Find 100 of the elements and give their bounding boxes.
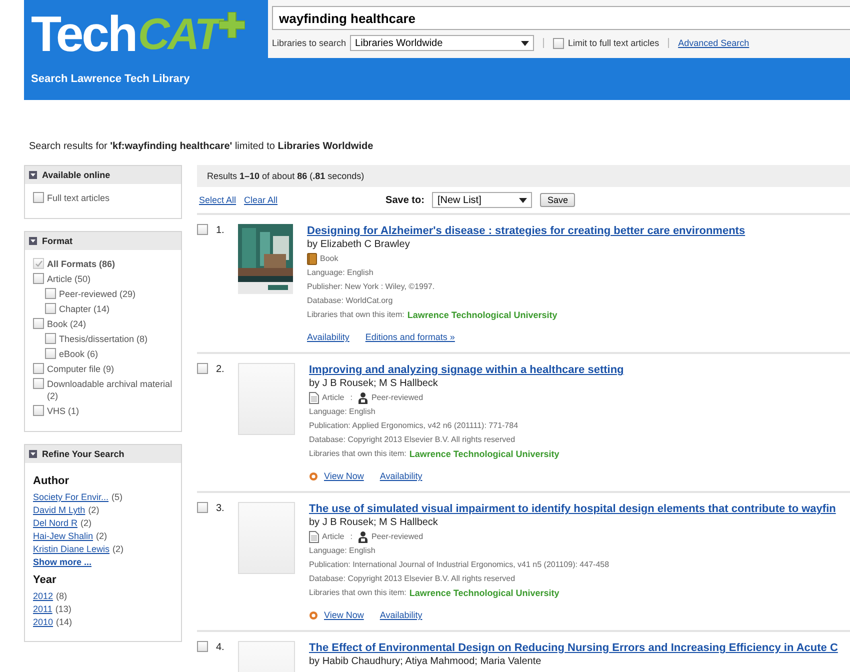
scope-dropdown[interactable]: Libraries Worldwide bbox=[350, 35, 534, 51]
collapse-icon[interactable] bbox=[29, 171, 37, 179]
person-icon bbox=[358, 531, 368, 543]
checkbox[interactable] bbox=[197, 641, 208, 652]
view-now-icon bbox=[309, 472, 318, 480]
result-title-link[interactable]: The use of simulated visual impairment to identify hospital design elements that contribute to wayfin bbox=[309, 502, 836, 516]
format-label: Article bbox=[322, 531, 344, 543]
library-name: Lawrence Technological University bbox=[409, 588, 560, 598]
panel-header[interactable]: Refine Your Search bbox=[25, 445, 181, 463]
fulltext-label: Limit to full text articles bbox=[568, 38, 660, 48]
caret-icon bbox=[521, 40, 530, 46]
result-number: 4. bbox=[215, 641, 226, 655]
facet-count: (2) bbox=[88, 505, 100, 515]
advanced-search-link[interactable]: Advanced Search bbox=[678, 38, 750, 48]
result-title-link[interactable]: The Effect of Environmental Design on Reducing Nursing Errors and Increasing Efficiency in Acute C bbox=[309, 641, 838, 655]
facet-link[interactable]: Kristin Diane Lewis bbox=[33, 544, 110, 554]
holdings-label: Libraries that own this item: bbox=[309, 448, 406, 460]
facet-count: (13) bbox=[55, 604, 72, 614]
facet-link[interactable]: Society For Envir... bbox=[33, 492, 109, 502]
checkbox[interactable] bbox=[45, 348, 56, 359]
show-more-link[interactable]: Show more ... bbox=[33, 557, 175, 567]
checkbox[interactable] bbox=[33, 363, 44, 374]
library-name: Lawrence Technological University bbox=[409, 449, 560, 459]
filter-label: Downloadable archival material (2) bbox=[47, 378, 174, 402]
checkbox[interactable] bbox=[33, 258, 44, 269]
facet-count: (8) bbox=[56, 591, 68, 601]
select-all-link[interactable]: Select All bbox=[199, 195, 236, 205]
panel-header[interactable]: Format bbox=[25, 232, 181, 250]
result-authors: by Habib Chaudhury; Atiya Mahmood; Maria Valente bbox=[309, 655, 542, 669]
detail-line: Database: Copyright 2013 Elsevier B.V. All rights reserved bbox=[309, 434, 516, 446]
checkbox[interactable] bbox=[45, 288, 56, 299]
result-authors: by J B Rousek; M S Hallbeck bbox=[309, 516, 439, 530]
result-number: 2. bbox=[215, 363, 226, 377]
tagline: Search Lawrence Tech Library bbox=[31, 73, 191, 85]
save-button[interactable]: Save bbox=[540, 193, 575, 207]
filter-label: Article (50) bbox=[47, 273, 91, 285]
view-now-icon bbox=[309, 610, 318, 620]
scope-label: Libraries to search bbox=[272, 38, 346, 48]
techcat-logo: TechCAT bbox=[31, 6, 268, 64]
filter-label: Peer-reviewed (29) bbox=[59, 288, 136, 300]
peer-reviewed-label: Peer-reviewed bbox=[371, 531, 424, 543]
book-icon bbox=[307, 253, 317, 265]
checkbox[interactable] bbox=[33, 405, 44, 416]
caret-icon bbox=[519, 198, 528, 202]
result-link[interactable]: Availability bbox=[307, 332, 350, 342]
result-link[interactable]: Editions and formats » bbox=[365, 332, 455, 342]
checkbox[interactable] bbox=[33, 273, 44, 284]
facet-link[interactable]: 2010 bbox=[33, 617, 54, 627]
detail-line: Database: Copyright 2013 Elsevier B.V. All rights reserved bbox=[309, 573, 516, 585]
peer-reviewed-label: Peer-reviewed bbox=[371, 392, 424, 404]
filter-label: All Formats (86) bbox=[47, 258, 116, 270]
checkbox[interactable] bbox=[33, 378, 44, 389]
results-count: Results 1–10 of about 86 (.81 seconds) bbox=[207, 171, 364, 181]
detail-line: Database: WorldCat.org bbox=[307, 295, 394, 307]
detail-line: Language: English bbox=[309, 545, 376, 557]
facet-link[interactable]: Del Nord R bbox=[33, 518, 78, 528]
filter-label: Full text articles bbox=[47, 192, 110, 204]
checkbox[interactable] bbox=[197, 224, 208, 235]
result-title-link[interactable]: Improving and analyzing signage within a healthcare setting bbox=[309, 363, 624, 377]
result-authors: by J B Rousek; M S Hallbeck bbox=[309, 377, 439, 391]
facet-link[interactable]: 2012 bbox=[33, 591, 54, 601]
panel-title: Refine Your Search bbox=[42, 449, 124, 459]
filter-label: Chapter (14) bbox=[59, 303, 110, 315]
checkbox[interactable] bbox=[33, 318, 44, 329]
filter-label: Book (24) bbox=[47, 318, 86, 330]
view-now-link[interactable]: View Now bbox=[324, 610, 364, 620]
checkbox[interactable] bbox=[197, 363, 208, 374]
clear-all-link[interactable]: Clear All bbox=[244, 195, 278, 205]
checkbox[interactable] bbox=[553, 38, 564, 48]
facet-link[interactable]: David M Lyth bbox=[33, 505, 86, 515]
filter-label: VHS (1) bbox=[47, 405, 80, 417]
result-title-link[interactable]: Designing for Alzheimer's disease : strategies for creating better care environments bbox=[307, 224, 746, 238]
results-summary: Search results for 'kf:wayfinding healthcare' limited to Libraries Worldwide bbox=[29, 141, 374, 154]
collapse-icon[interactable] bbox=[29, 450, 37, 458]
result-number: 1. bbox=[215, 224, 226, 238]
list-dropdown[interactable]: [New List] bbox=[432, 192, 532, 208]
collapse-icon[interactable] bbox=[29, 237, 37, 245]
search-field[interactable]: wayfinding healthcare bbox=[272, 6, 850, 30]
detail-line: Publication: Applied Ergonomics, v42 n6 (201111): 771-784 bbox=[309, 420, 520, 432]
panel-header[interactable]: Available online bbox=[25, 166, 181, 184]
result-link[interactable]: Availability bbox=[380, 610, 422, 620]
library-name: Lawrence Technological University bbox=[407, 310, 558, 320]
facet-count: (5) bbox=[112, 492, 123, 502]
facet-link[interactable]: 2011 bbox=[33, 604, 52, 614]
holdings-label: Libraries that own this item: bbox=[309, 587, 406, 599]
facet-count: (2) bbox=[112, 544, 124, 554]
checkbox[interactable] bbox=[197, 502, 208, 513]
person-icon bbox=[358, 392, 368, 404]
save-to-label: Save to: bbox=[386, 194, 424, 206]
format-label: Book bbox=[320, 253, 338, 265]
detail-line: Publisher: New York : Wiley, ©1997. bbox=[307, 281, 436, 293]
filter-label: eBook (6) bbox=[59, 348, 98, 360]
checkbox[interactable] bbox=[33, 192, 44, 203]
checkbox[interactable] bbox=[45, 303, 56, 314]
view-now-link[interactable]: View Now bbox=[324, 471, 364, 481]
panel-title: Available online bbox=[42, 170, 110, 180]
checkbox[interactable] bbox=[45, 333, 56, 344]
result-link[interactable]: Availability bbox=[380, 471, 422, 481]
facet-link[interactable]: Hai-Jew Shalin bbox=[33, 531, 94, 541]
document-icon bbox=[309, 392, 319, 404]
